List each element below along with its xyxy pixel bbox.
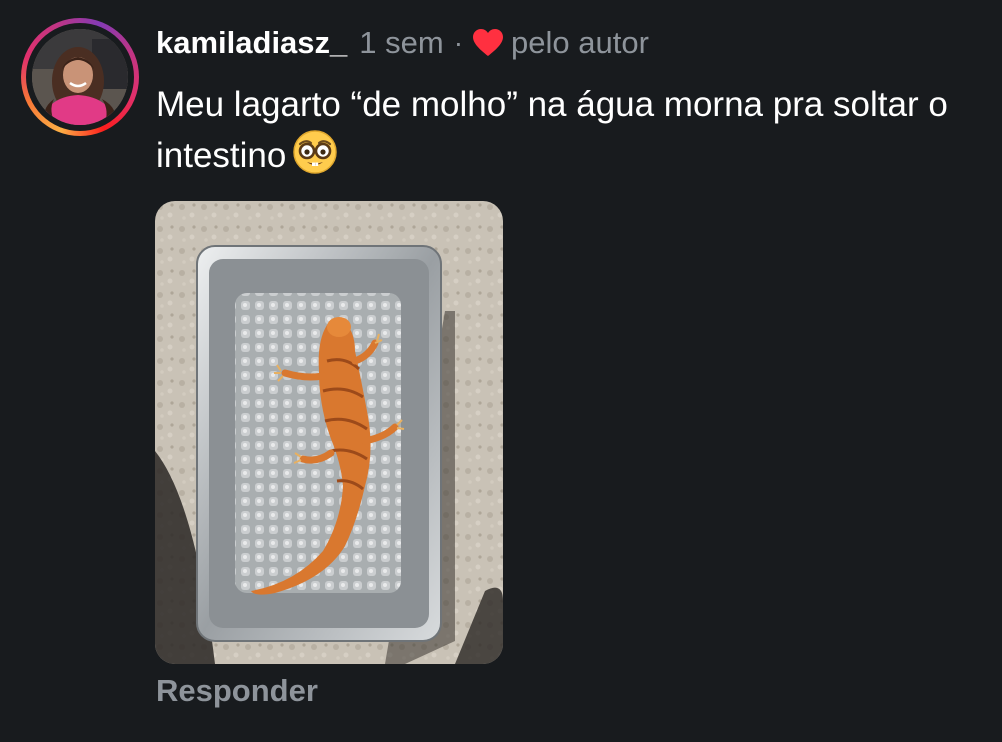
comment-text: Meu lagarto “de molho” na água morna pra… xyxy=(156,85,948,175)
lizard-in-tray-image xyxy=(155,201,503,664)
comment-header: kamiladiasz_ 1 sem · pelo autor xyxy=(156,22,649,64)
heart-icon xyxy=(473,29,504,57)
comment: kamiladiasz_ 1 sem · pelo autor Meu laga… xyxy=(0,0,1002,742)
timestamp: 1 sem xyxy=(359,25,444,60)
liked-by-author-label: pelo autor xyxy=(511,25,649,60)
avatar-story-ring[interactable] xyxy=(21,18,139,136)
reply-button[interactable]: Responder xyxy=(156,673,318,709)
comment-photo[interactable] xyxy=(155,201,503,664)
nerd-face-emoji-icon xyxy=(292,129,338,175)
username[interactable]: kamiladiasz_ xyxy=(156,25,347,61)
avatar-image xyxy=(32,29,128,125)
comment-body: Meu lagarto “de molho” na água morna pra… xyxy=(156,80,996,180)
separator-dot: · xyxy=(453,27,464,58)
avatar-ring-gap xyxy=(26,23,134,131)
avatar[interactable] xyxy=(32,29,128,125)
